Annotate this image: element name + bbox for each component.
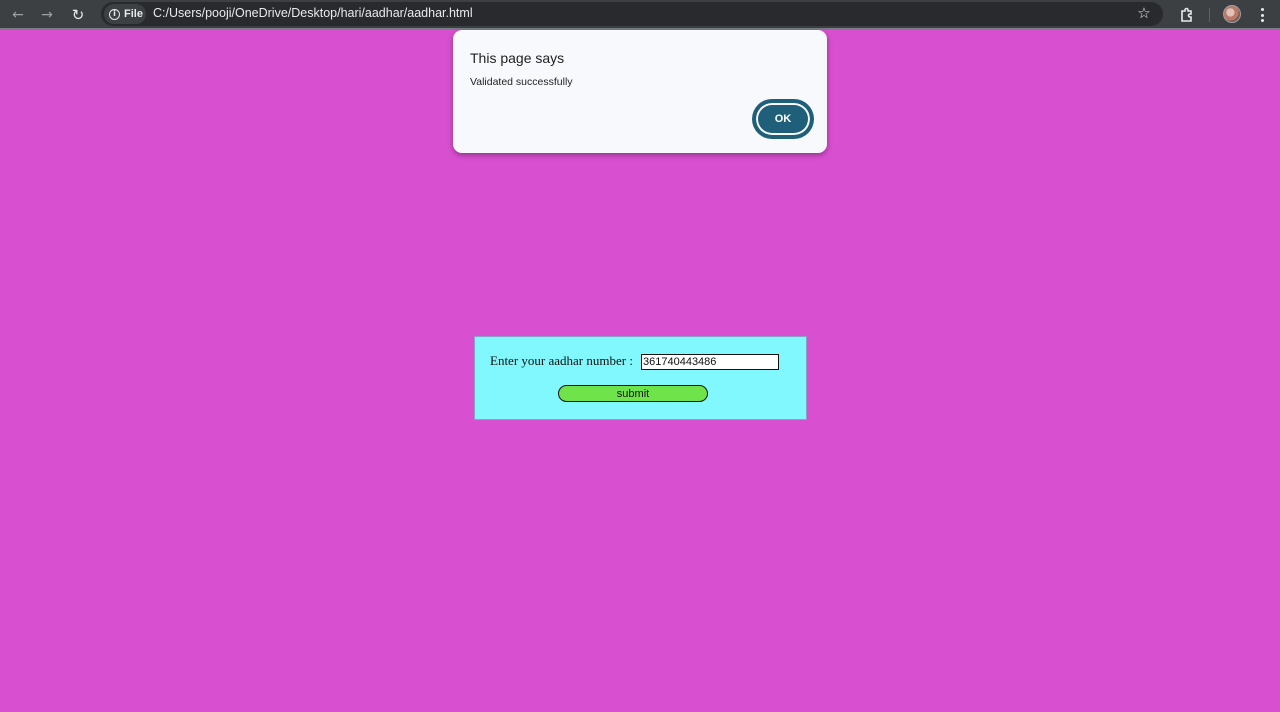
- reload-icon[interactable]: ↻: [66, 3, 90, 27]
- url-text[interactable]: C:/Users/pooji/OneDrive/Desktop/hari/aad…: [153, 6, 473, 20]
- info-icon: i: [109, 8, 120, 20]
- address-bar[interactable]: i File C:/Users/pooji/OneDrive/Desktop/h…: [101, 2, 1163, 26]
- menu-icon[interactable]: [1252, 4, 1272, 26]
- site-info-label: File: [124, 8, 143, 20]
- back-icon[interactable]: ←: [6, 3, 30, 27]
- toolbar-divider: [1209, 8, 1210, 22]
- alert-dialog: This page says Validated successfully OK: [453, 30, 827, 153]
- site-info-chip[interactable]: i File: [104, 4, 146, 24]
- aadhar-form: Enter your aadhar number : submit: [474, 336, 807, 420]
- avatar[interactable]: [1223, 5, 1241, 23]
- submit-button[interactable]: submit: [558, 385, 708, 402]
- aadhar-label: Enter your aadhar number :: [490, 353, 633, 368]
- aadhar-input[interactable]: [641, 354, 779, 370]
- browser-toolbar: ← → ↻ i File C:/Users/pooji/OneDrive/Des…: [0, 0, 1280, 30]
- star-icon[interactable]: ☆: [1133, 3, 1155, 23]
- forward-icon[interactable]: →: [35, 3, 59, 27]
- extensions-icon[interactable]: [1177, 5, 1197, 25]
- alert-message: Validated successfully: [470, 76, 573, 88]
- ok-button[interactable]: OK: [754, 101, 812, 137]
- alert-title: This page says: [470, 50, 565, 66]
